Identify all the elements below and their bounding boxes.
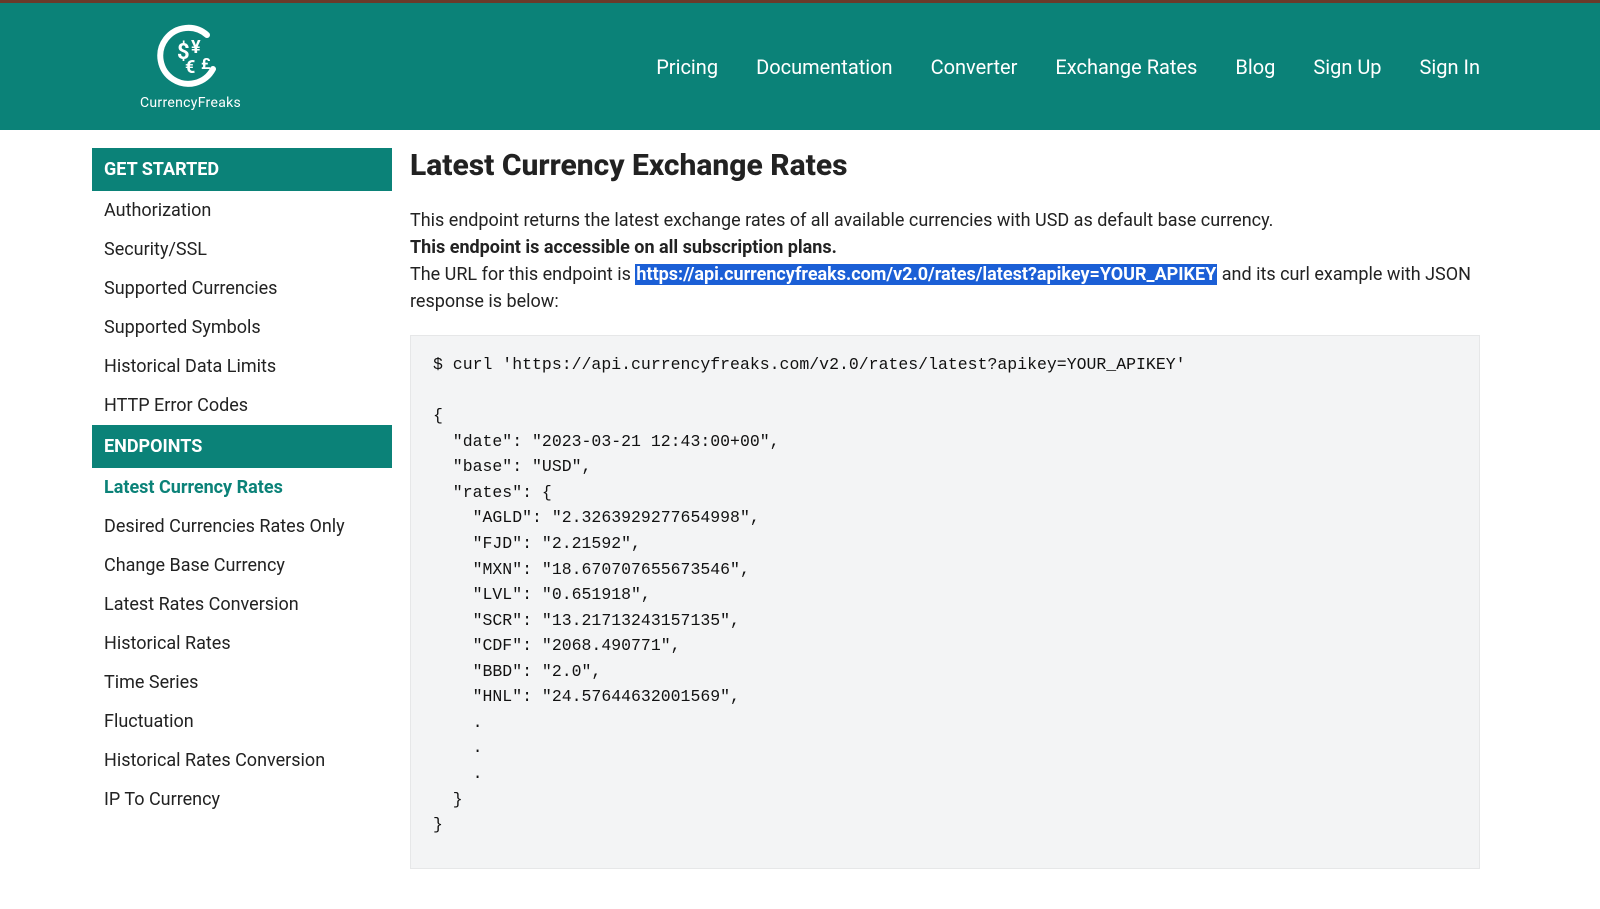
svg-text:€: € [185, 57, 195, 78]
nav-exchange-rates[interactable]: Exchange Rates [1055, 55, 1197, 79]
nav-documentation[interactable]: Documentation [756, 55, 893, 79]
sidebar-item-desired-currencies-rates-only[interactable]: Desired Currencies Rates Only [92, 507, 392, 546]
sidebar-item-time-series[interactable]: Time Series [92, 663, 392, 702]
page-title: Latest Currency Exchange Rates [410, 148, 1480, 183]
sidebar-item-authorization[interactable]: Authorization [92, 191, 392, 230]
sidebar-item-http-error-codes[interactable]: HTTP Error Codes [92, 386, 392, 425]
nav-sign-in[interactable]: Sign In [1420, 55, 1480, 79]
brand-logo[interactable]: $ ¥ € £ CurrencyFreaks [140, 23, 241, 111]
sidebar-item-supported-currencies[interactable]: Supported Currencies [92, 269, 392, 308]
brand-name: CurrencyFreaks [140, 95, 241, 111]
intro-line-2: This endpoint is accessible on all subsc… [410, 237, 837, 258]
sidebar-item-latest-rates-conversion[interactable]: Latest Rates Conversion [92, 585, 392, 624]
main-nav: Pricing Documentation Converter Exchange… [656, 55, 1480, 79]
sidebar-item-latest-currency-rates[interactable]: Latest Currency Rates [92, 468, 392, 507]
intro-text: This endpoint returns the latest exchang… [410, 207, 1480, 315]
sidebar-header-get-started: GET STARTED [92, 148, 392, 191]
endpoint-url: https://api.currencyfreaks.com/v2.0/rate… [635, 264, 1217, 285]
svg-text:¥: ¥ [191, 37, 201, 58]
sidebar-item-historical-data-limits[interactable]: Historical Data Limits [92, 347, 392, 386]
sidebar-item-change-base-currency[interactable]: Change Base Currency [92, 546, 392, 585]
main-content: Latest Currency Exchange Rates This endp… [410, 148, 1480, 869]
sidebar-item-historical-rates-conversion[interactable]: Historical Rates Conversion [92, 741, 392, 780]
nav-pricing[interactable]: Pricing [656, 55, 718, 79]
sidebar-item-ip-to-currency[interactable]: IP To Currency [92, 780, 392, 819]
nav-sign-up[interactable]: Sign Up [1313, 55, 1381, 79]
nav-blog[interactable]: Blog [1235, 55, 1275, 79]
sidebar-header-endpoints: ENDPOINTS [92, 425, 392, 468]
site-header: $ ¥ € £ CurrencyFreaks Pricing Documenta… [0, 0, 1600, 130]
intro-line-1: This endpoint returns the latest exchang… [410, 210, 1273, 231]
code-example: $ curl 'https://api.currencyfreaks.com/v… [410, 335, 1480, 869]
sidebar-item-supported-symbols[interactable]: Supported Symbols [92, 308, 392, 347]
page-body: GET STARTED Authorization Security/SSL S… [0, 130, 1600, 909]
svg-text:£: £ [201, 54, 211, 73]
intro-line-3a: The URL for this endpoint is [410, 264, 635, 285]
logo-icon: $ ¥ € £ [155, 23, 227, 91]
sidebar: GET STARTED Authorization Security/SSL S… [92, 148, 392, 869]
sidebar-item-security-ssl[interactable]: Security/SSL [92, 230, 392, 269]
sidebar-item-historical-rates[interactable]: Historical Rates [92, 624, 392, 663]
sidebar-item-fluctuation[interactable]: Fluctuation [92, 702, 392, 741]
nav-converter[interactable]: Converter [931, 55, 1018, 79]
